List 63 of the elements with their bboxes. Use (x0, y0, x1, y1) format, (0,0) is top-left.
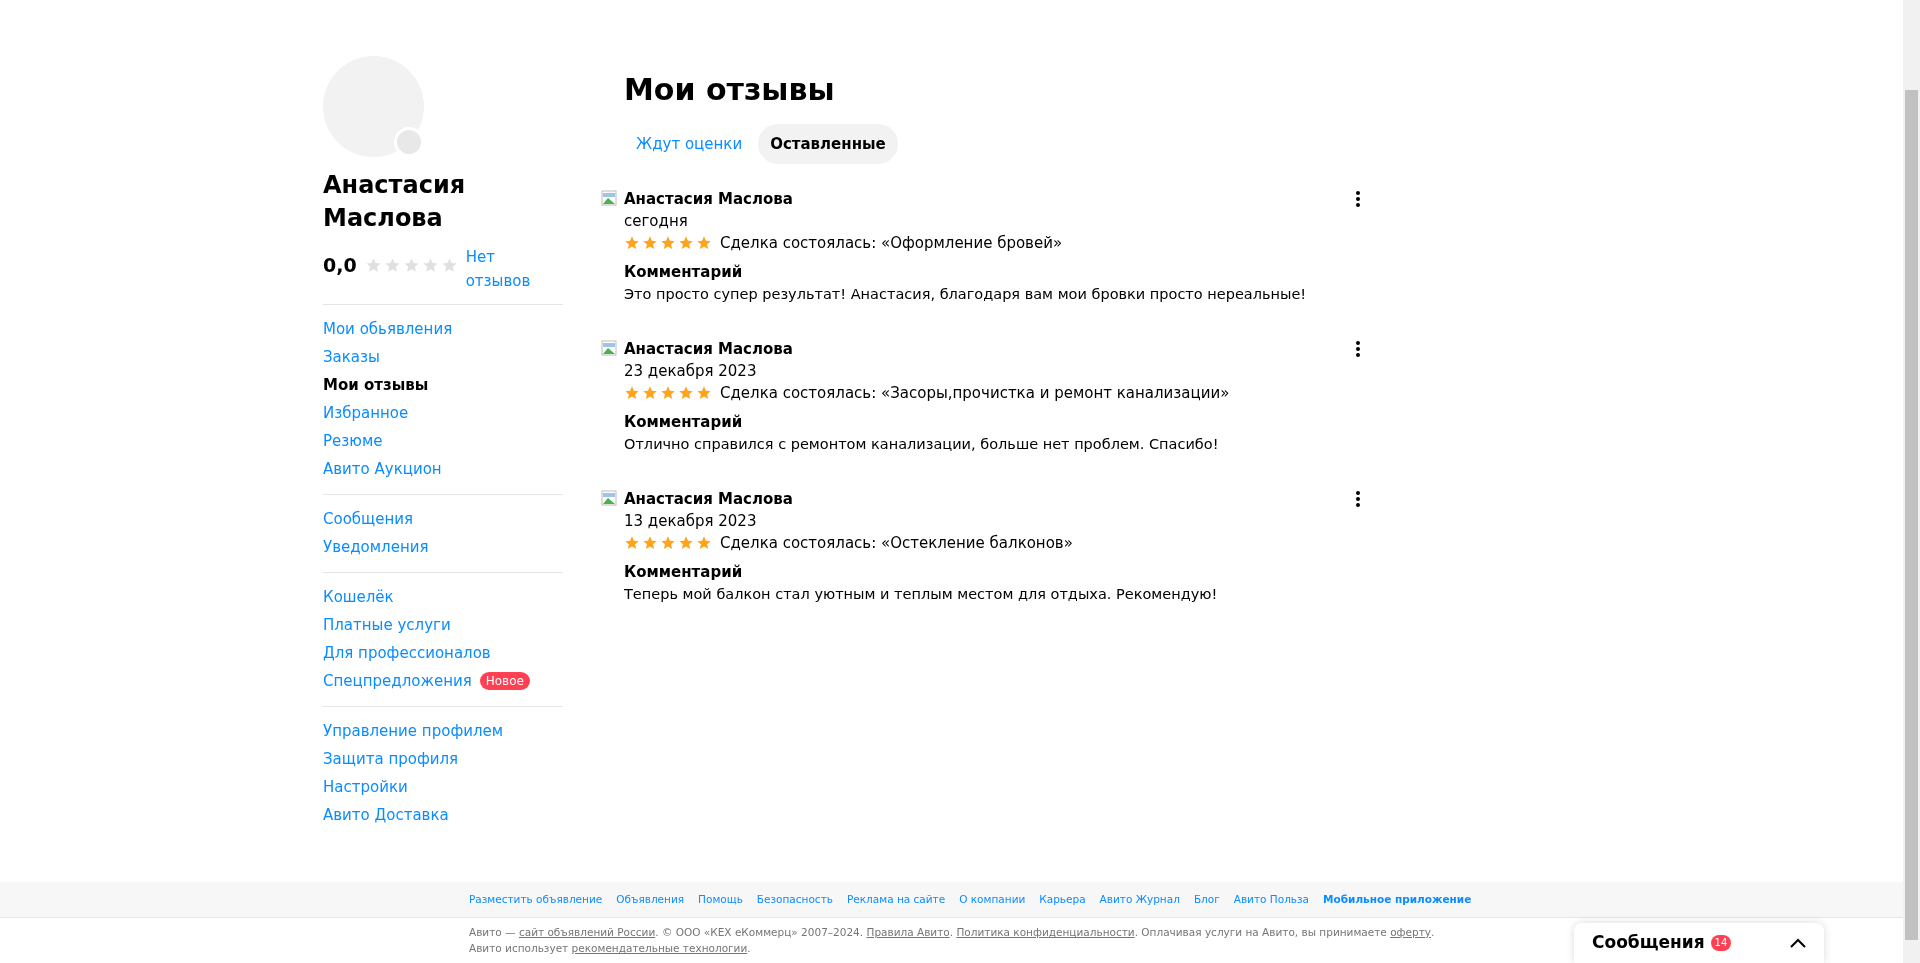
review-date: 13 декабря 2023 (624, 511, 758, 532)
broken-image-icon (601, 490, 617, 506)
footer-link[interactable]: Авито Польза (1233, 891, 1310, 908)
footer-link[interactable]: Авито Журнал (1099, 891, 1180, 908)
footer-link[interactable]: Реклама на сайте (846, 891, 946, 908)
page-title: Мои отзывы (624, 71, 836, 109)
footer-link[interactable]: Мобильное приложение (1323, 891, 1472, 908)
sidebar-link[interactable]: Резюме (323, 429, 383, 453)
review-date: сегодня (624, 211, 689, 232)
review-date: 23 декабря 2023 (624, 361, 758, 382)
profile-name: Анастасия Маслова (323, 170, 467, 234)
footer-link[interactable]: Безопасность (756, 891, 833, 908)
sidebar-link[interactable]: Платные услуги (323, 613, 451, 637)
author-name: Анастасия Маслова (624, 489, 793, 510)
tab[interactable]: Оставленные (758, 124, 898, 164)
comment-text: Отлично справился с ремонтом канализации, больше нет проблем. Спасибо! (624, 435, 1220, 454)
sidebar-link[interactable]: Мои обьявления (323, 317, 453, 341)
footer-link[interactable]: Разместить объявление (469, 891, 603, 908)
more-icon[interactable] (1355, 190, 1361, 208)
comment-text: Это просто супер результат! Анастасия, благодаря вам мои бровки просто нереальные! (624, 285, 1308, 304)
sidebar-link[interactable]: Настройки (323, 775, 408, 799)
sidebar-link[interactable]: Сообщения (323, 507, 413, 531)
tab[interactable]: Ждут оценки (624, 124, 755, 164)
comment-label: Комментарий (624, 262, 744, 283)
legal-link[interactable]: Политика конфиденциальности (956, 926, 1135, 938)
more-icon[interactable] (1355, 490, 1361, 508)
messages-widget[interactable]: Сообщения 14 (1574, 923, 1824, 963)
reviews-link[interactable]: Нет отзывов (465, 245, 536, 293)
broken-image-icon (601, 340, 617, 356)
footer-link[interactable]: О компании (959, 891, 1026, 908)
sidebar-link[interactable]: Заказы (323, 345, 380, 369)
legal-link[interactable]: оферту (1390, 926, 1431, 938)
comment-label: Комментарий (624, 412, 744, 433)
sidebar-link[interactable]: Мои отзывы (323, 373, 429, 397)
author-name: Анастасия Маслова (624, 339, 793, 360)
sidebar-link[interactable]: Авито Аукцион (323, 457, 442, 481)
sidebar-link[interactable]: Кошелёк (323, 585, 394, 609)
footer-link[interactable]: Помощь (698, 891, 743, 908)
sidebar-link[interactable]: Уведомления (323, 535, 429, 559)
comment-label: Комментарий (624, 562, 744, 583)
sidebar-link[interactable]: Спецпредложения (323, 669, 472, 693)
sidebar-link[interactable]: Авито Доставка (323, 803, 449, 827)
footer-link[interactable]: Объявления (616, 891, 685, 908)
broken-image-icon (601, 190, 617, 206)
sidebar-link[interactable]: Управление профилем (323, 719, 504, 743)
legal-text: Авито — сайт объявлений России. © ООО «КЕХ еКоммерц» 2007–2024. Правила Авито. Политика конфиденциальности. Оплачивая услуги на Авито, вы принимаете оферту. Авито использует рекомендательные технологии. (469, 925, 1436, 956)
sidebar-link[interactable]: Для профессионалов (323, 641, 491, 665)
deal-title: Сделка состоялась: «Остекление балконов» (720, 532, 1073, 554)
messages-title: Сообщения (1592, 931, 1705, 955)
comment-text: Теперь мой балкон стал уютным и теплым местом для отдыха. Рекомендую! (624, 585, 1219, 604)
rating-value: 0,0 (323, 253, 357, 278)
unread-count: 14 (1710, 935, 1732, 951)
deal-title: Сделка состоялась: «Оформление бровей» (720, 232, 1063, 254)
author-name: Анастасия Маслова (624, 189, 793, 210)
sidebar-link[interactable]: Защита профиля (323, 747, 459, 771)
new-badge: Новое (479, 672, 530, 690)
deal-title: Сделка состоялась: «Засоры,прочистка и ремонт канализации» (720, 382, 1230, 404)
footer-link[interactable]: Карьера (1039, 891, 1086, 908)
legal-link[interactable]: Правила Авито (866, 926, 950, 938)
footer-link[interactable]: Блог (1193, 891, 1220, 908)
more-icon[interactable] (1355, 340, 1361, 358)
sidebar-link[interactable]: Избранное (323, 401, 409, 425)
chevron-up-icon[interactable] (1790, 938, 1806, 948)
